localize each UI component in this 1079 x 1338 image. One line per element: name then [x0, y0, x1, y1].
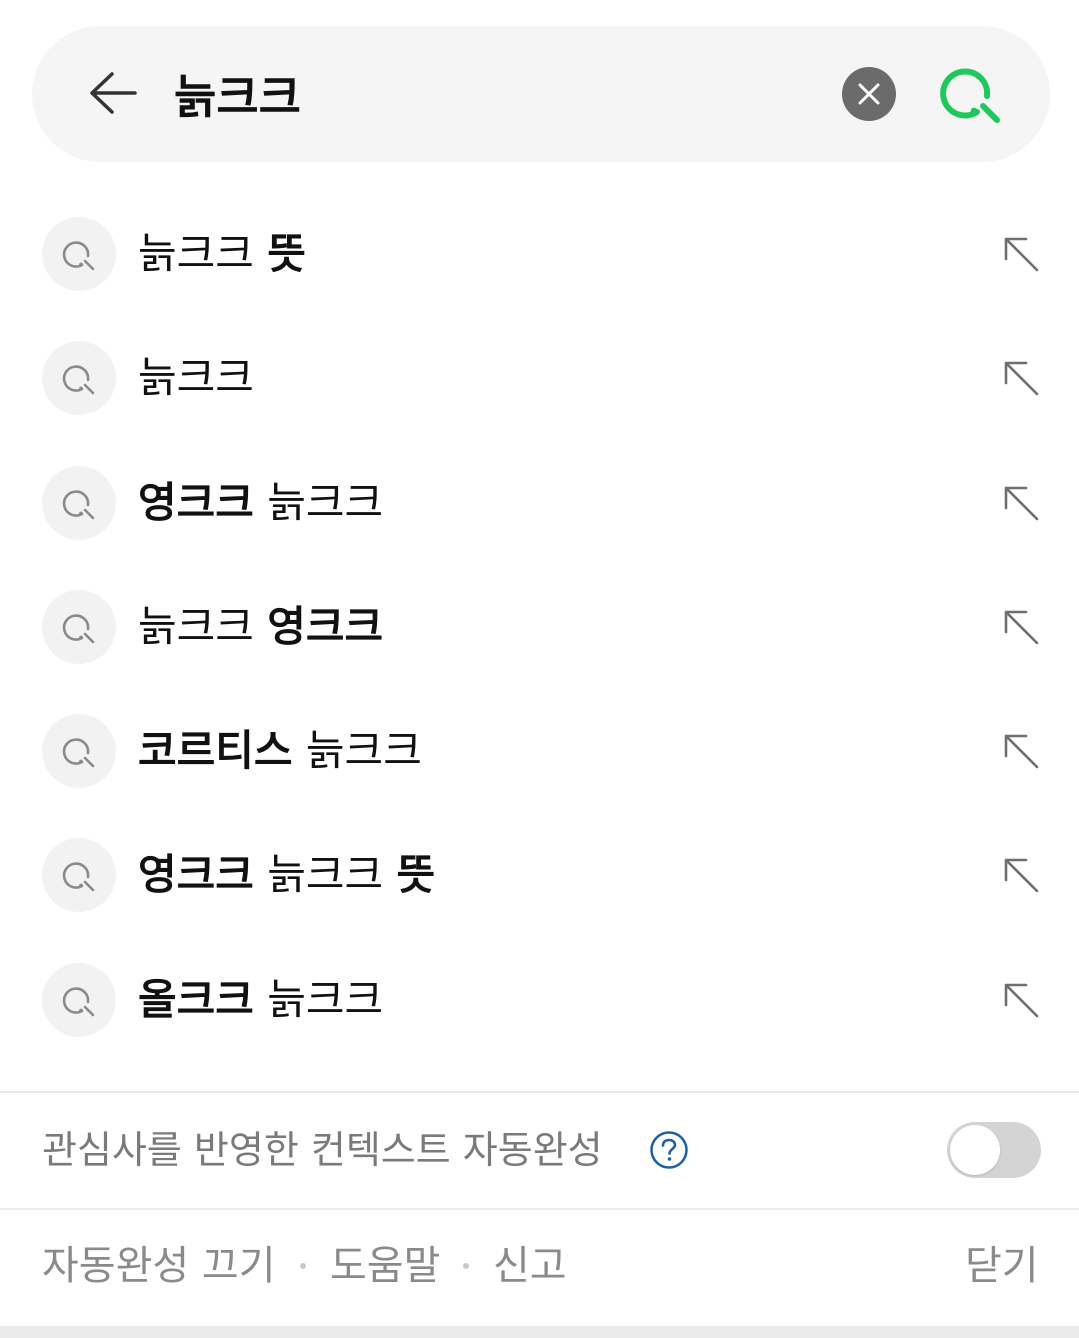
autocomplete-off-link[interactable]: 자동완성 끄기: [42, 1240, 276, 1292]
fill-query-arrow-icon[interactable]: [1002, 359, 1040, 397]
fill-query-arrow-icon[interactable]: [1002, 981, 1040, 1019]
suggestion-highlight: 영크크: [138, 477, 254, 527]
suggestion-highlight: 코르티스: [138, 726, 293, 776]
suggestion-text: 영크크 늙크크 뜻: [138, 843, 435, 907]
fill-query-arrow-icon[interactable]: [1002, 856, 1040, 894]
search-icon: [42, 589, 116, 664]
help-link[interactable]: 도움말: [330, 1240, 440, 1292]
suggestion-highlight: 올크크: [138, 974, 254, 1024]
suggestion-item[interactable]: 늙크크 영크크: [0, 565, 1079, 689]
separator-dot: [463, 1263, 469, 1269]
divider: [0, 1208, 1079, 1210]
search-icon: [42, 217, 116, 291]
separator-dot: [300, 1263, 306, 1269]
suggestion-item[interactable]: 올크크 늙크크: [0, 938, 1079, 1062]
bottom-strip: [0, 1326, 1079, 1338]
fill-query-arrow-icon[interactable]: [1002, 608, 1040, 646]
search-icon: [940, 68, 1000, 123]
search-icon: [42, 714, 116, 789]
suggestion-text: 코르티스 늙크크: [138, 719, 422, 783]
toggle-knob: [950, 1125, 1000, 1175]
suggestion-query-part: 늙크크: [138, 601, 268, 651]
help-icon[interactable]: [649, 1130, 689, 1170]
suggestion-item[interactable]: 늙크크 뜻: [0, 192, 1079, 316]
suggestion-highlight: 영크크: [138, 850, 254, 900]
close-icon: [858, 83, 880, 105]
search-button[interactable]: [937, 60, 1003, 126]
suggestion-text: 늙크크: [138, 346, 254, 410]
context-autocomplete-toggle[interactable]: [947, 1122, 1041, 1178]
suggestion-query-part: 늙크크: [292, 726, 422, 776]
fill-query-arrow-icon[interactable]: [1002, 484, 1040, 522]
report-link[interactable]: 신고: [493, 1240, 567, 1292]
suggestion-item[interactable]: 영크크 늙크크 뜻: [0, 813, 1079, 937]
footer: 자동완성 끄기 도움말 신고 닫기: [0, 1212, 1079, 1324]
search-input[interactable]: [174, 56, 814, 132]
suggestion-query-part: 늙크크: [253, 974, 384, 1024]
back-arrow-icon[interactable]: [88, 70, 138, 116]
fill-query-arrow-icon[interactable]: [1002, 235, 1040, 273]
close-link[interactable]: 닫기: [965, 1240, 1039, 1292]
divider: [0, 1091, 1079, 1093]
suggestion-text: 늙크크 영크크: [138, 595, 383, 659]
suggestion-highlight: 영크크: [267, 601, 384, 651]
suggestion-text: 영크크 늙크크: [138, 471, 383, 535]
suggestion-query-part: 늙크크: [138, 353, 254, 403]
context-autocomplete-label: 관심사를 반영한 컨텍스트 자동완성: [42, 1128, 603, 1172]
search-icon: [42, 962, 116, 1037]
search-icon: [42, 465, 116, 540]
search-icon: [42, 838, 116, 913]
suggestion-query-part: 늙크크: [253, 850, 397, 900]
suggestion-query-part: 늙크크: [138, 229, 268, 278]
clear-button[interactable]: [842, 67, 896, 121]
suggestion-item[interactable]: 영크크 늙크크: [0, 441, 1079, 565]
search-icon: [42, 341, 116, 416]
fill-query-arrow-icon[interactable]: [1002, 732, 1040, 770]
suggestion-item[interactable]: 코르티스 늙크크: [0, 689, 1079, 813]
suggestion-text: 늙크크 뜻: [138, 222, 306, 286]
suggestion-query-part: 늙크크: [253, 477, 384, 527]
suggestion-list: 늙크크 뜻 늙크크 영크크 늙크크 늙크크 영크크 코르티스 늙크크 영크크 늙크크 뜻올…: [0, 192, 1079, 1072]
suggestion-highlight: 뜻: [396, 850, 436, 900]
suggestion-item[interactable]: 늙크크: [0, 316, 1079, 440]
suggestion-text: 올크크 늙크크: [138, 968, 383, 1032]
search-bar: [32, 26, 1050, 162]
suggestion-highlight: 뜻: [267, 229, 306, 278]
context-autocomplete-row: 관심사를 반영한 컨텍스트 자동완성: [0, 1094, 1079, 1208]
